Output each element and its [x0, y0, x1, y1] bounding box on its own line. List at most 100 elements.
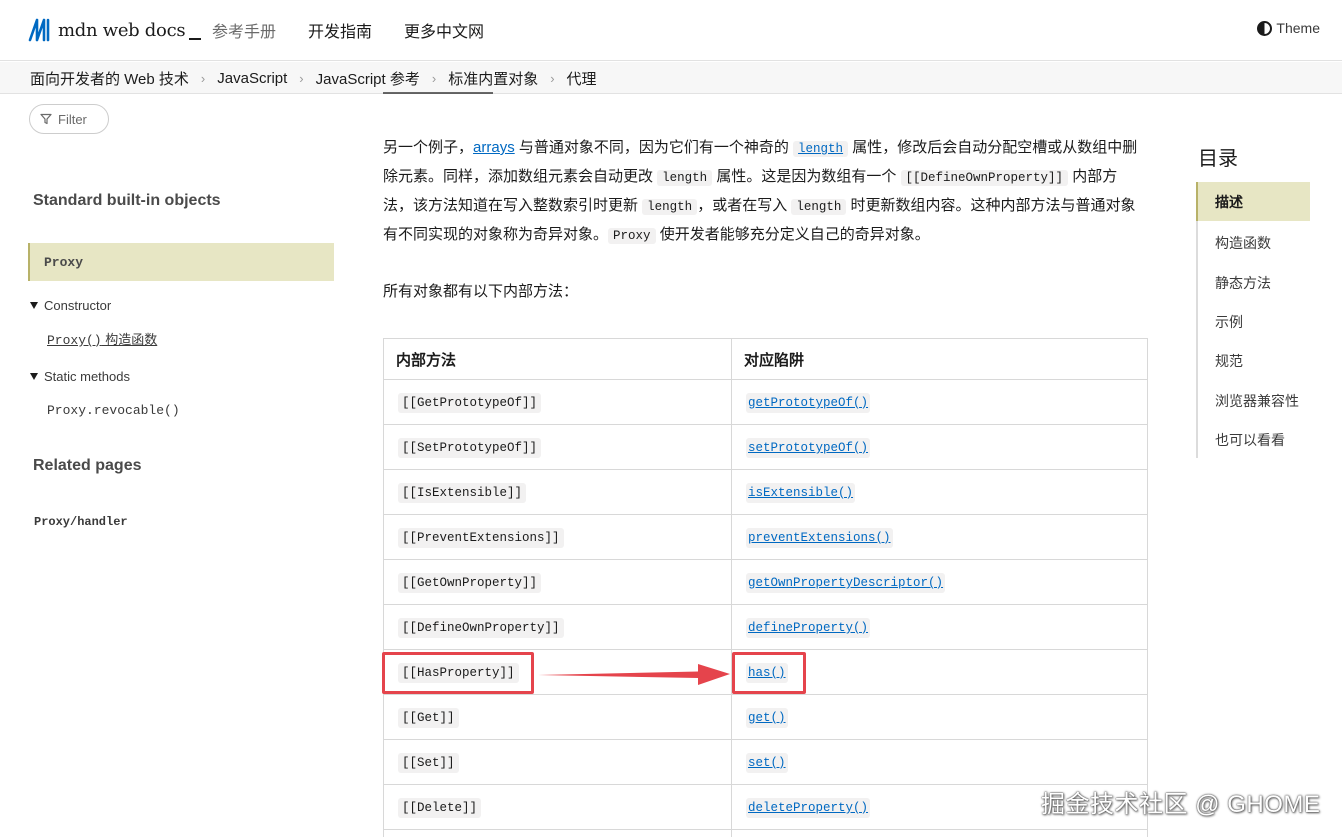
inline-code: Proxy	[608, 228, 656, 244]
table-row: [[Delete]] deleteProperty()	[383, 784, 1148, 830]
breadcrumb: 面向开发者的 Web 技术 › JavaScript › JavaScript …	[30, 68, 597, 89]
internal-method-code: [[HasProperty]]	[398, 663, 519, 683]
inline-code: length	[657, 170, 713, 186]
breadcrumb-bar: 面向开发者的 Web 技术 › JavaScript › JavaScript …	[0, 62, 1342, 94]
trap-link-has[interactable]: has()	[746, 663, 788, 683]
breadcrumb-proxy[interactable]: 代理	[567, 68, 597, 89]
table-cell	[383, 829, 732, 837]
toc-item-description[interactable]: 描述	[1196, 182, 1310, 221]
table-cell: getPrototypeOf()	[731, 379, 1148, 425]
table-cell	[731, 829, 1148, 837]
table-cell: isExtensible()	[731, 469, 1148, 515]
table-header-trap: 对应陷阱	[731, 338, 1148, 380]
table-row: [[SetPrototypeOf]] setPrototypeOf()	[383, 424, 1148, 470]
sidebar-group-static-methods[interactable]: Static methods	[30, 369, 130, 384]
sidebar-filter-button[interactable]: Filter	[29, 104, 109, 134]
toc-item-examples[interactable]: 示例	[1215, 312, 1243, 332]
table-cell: defineProperty()	[731, 604, 1148, 650]
article-paragraph-internal-methods: 所有对象都有以下内部方法：	[383, 283, 579, 300]
toc-item-browser-compat[interactable]: 浏览器兼容性	[1215, 391, 1299, 411]
sidebar-item-proxy[interactable]: Proxy	[28, 243, 334, 281]
internal-method-code: [[IsExtensible]]	[398, 483, 527, 503]
table-cell: [[DefineOwnProperty]]	[383, 604, 732, 650]
internal-method-code: [[Get]]	[398, 708, 459, 728]
table-cell: set()	[731, 739, 1148, 785]
table-row-partial	[383, 829, 1148, 837]
breadcrumb-builtin-objects[interactable]: 标准内置对象	[448, 68, 538, 89]
toc-item-static-methods[interactable]: 静态方法	[1215, 273, 1271, 293]
table-row: [[GetOwnProperty]] getOwnPropertyDescrip…	[383, 559, 1148, 605]
sidebar-section-title: Standard built-in objects	[33, 192, 221, 209]
nav-guides[interactable]: 开发指南	[308, 18, 372, 42]
toc-item-see-also[interactable]: 也可以看看	[1215, 430, 1285, 450]
nav-more[interactable]: 更多中文网	[404, 18, 484, 42]
table-row: [[Get]] get()	[383, 694, 1148, 740]
chevron-right-icon: ›	[431, 71, 437, 86]
table-cell: [[Get]]	[383, 694, 732, 740]
breadcrumb-web-tech[interactable]: 面向开发者的 Web 技术	[30, 68, 189, 89]
internal-method-code: [[GetOwnProperty]]	[398, 573, 542, 593]
arrays-link[interactable]: arrays	[473, 139, 515, 156]
trap-link[interactable]: defineProperty()	[746, 618, 871, 638]
toc-item-specifications[interactable]: 规范	[1215, 351, 1243, 371]
trap-link[interactable]: preventExtensions()	[746, 528, 893, 548]
toc-rail	[1196, 182, 1198, 458]
table-cell: [[Set]]	[383, 739, 732, 785]
table-header-internal-method: 内部方法	[383, 338, 732, 380]
table-row: [[Set]] set()	[383, 739, 1148, 785]
top-navigation-bar: mdn web docs 参考手册 开发指南 更多中文网 Theme	[0, 0, 1342, 61]
table-cell: [[PreventExtensions]]	[383, 514, 732, 560]
watermark-text: 掘金技术社区 @ GHOME	[1041, 791, 1321, 818]
internal-method-code: [[Delete]]	[398, 798, 482, 818]
trap-link[interactable]: deleteProperty()	[746, 798, 871, 818]
sidebar-item-code: Proxy.revocable()	[47, 403, 180, 418]
internal-methods-table: 内部方法 对应陷阱 [[GetPrototypeOf]] getPrototyp…	[383, 338, 1148, 837]
filter-label: Filter	[58, 111, 87, 127]
table-row: [[IsExtensible]] isExtensible()	[383, 469, 1148, 515]
trap-link[interactable]: isExtensible()	[746, 483, 856, 503]
trap-link[interactable]: getPrototypeOf()	[746, 393, 871, 413]
table-cell: [[GetOwnProperty]]	[383, 559, 732, 605]
sidebar-item-proxy-handler[interactable]: Proxy/handler	[34, 515, 128, 529]
theme-icon	[1257, 20, 1273, 36]
internal-method-code: [[DefineOwnProperty]]	[398, 618, 564, 638]
filter-icon	[40, 113, 52, 125]
table-header-row: 内部方法 对应陷阱	[383, 338, 1148, 380]
logo-cursor	[189, 38, 202, 40]
table-cell: preventExtensions()	[731, 514, 1148, 560]
table-cell: [[GetPrototypeOf]]	[383, 379, 732, 425]
breadcrumb-javascript[interactable]: JavaScript	[217, 70, 287, 87]
internal-method-code: [[SetPrototypeOf]]	[398, 438, 542, 458]
main-nav: 参考手册 开发指南 更多中文网	[212, 18, 484, 42]
table-cell: [[IsExtensible]]	[383, 469, 732, 515]
chevron-right-icon: ›	[200, 71, 206, 86]
internal-method-code: [[PreventExtensions]]	[398, 528, 564, 548]
triangle-down-icon	[30, 302, 38, 309]
sidebar-item-proxy-constructor[interactable]: Proxy() 构造函数	[47, 329, 157, 348]
trap-link[interactable]: setPrototypeOf()	[746, 438, 871, 458]
sidebar-item-proxy-revocable[interactable]: Proxy.revocable()	[47, 402, 180, 418]
toc-item-constructor[interactable]: 构造函数	[1215, 233, 1271, 253]
mdn-logo-icon	[28, 18, 50, 42]
logo-text: mdn web docs	[58, 19, 186, 41]
inline-code: length	[791, 199, 847, 215]
breadcrumb-js-reference[interactable]: JavaScript 参考	[316, 68, 420, 89]
mdn-logo[interactable]: mdn web docs	[28, 16, 202, 44]
table-row: [[PreventExtensions]] preventExtensions(…	[383, 514, 1148, 560]
nav-reference[interactable]: 参考手册	[212, 18, 276, 42]
theme-label: Theme	[1276, 20, 1320, 36]
table-cell: [[Delete]]	[383, 784, 732, 830]
length-link[interactable]: length	[793, 141, 849, 157]
article-paragraph-exotic-objects: 另一个例子，arrays 与普通对象不同，因为它们有一个神奇的 length 属…	[383, 139, 1138, 244]
trap-link[interactable]: getOwnPropertyDescriptor()	[746, 573, 946, 593]
trap-link[interactable]: get()	[746, 708, 788, 728]
sidebar-item-code: Proxy()	[47, 333, 102, 348]
internal-method-code: [[Set]]	[398, 753, 459, 773]
chevron-right-icon: ›	[550, 71, 555, 86]
table-cell: [[SetPrototypeOf]]	[383, 424, 732, 470]
sidebar-group-constructor[interactable]: Constructor	[30, 298, 111, 313]
toc-title: 目录	[1198, 148, 1238, 170]
theme-toggle-button[interactable]: Theme	[1257, 20, 1320, 36]
trap-link[interactable]: set()	[746, 753, 788, 773]
inline-code: [[DefineOwnProperty]]	[900, 170, 1069, 186]
